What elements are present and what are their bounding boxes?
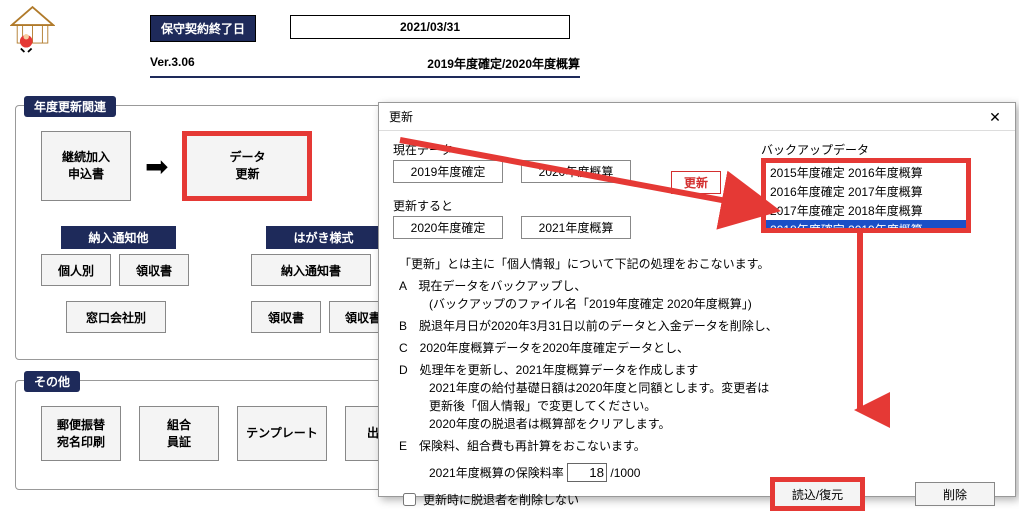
data-line2: 更新 <box>235 166 259 183</box>
after-label: 更新すると <box>393 197 631 214</box>
delete-button[interactable]: 削除 <box>915 482 995 506</box>
current-label: 現在データ <box>393 141 631 158</box>
sub-nofu-title: 納入通知他 <box>61 226 176 249</box>
nofu-tsuuchi-button[interactable]: 納入通知書 <box>251 254 371 286</box>
contract-end-label: 保守契約終了日 <box>150 15 256 42</box>
desc-b: B 脱退年月日が2020年3月31日以前のデータと入金データを削除し、 <box>399 317 1001 335</box>
list-item-selected[interactable]: 2018年度確定 2019年度概算 <box>766 220 966 233</box>
list-item[interactable]: 2016年度確定 2017年度概算 <box>766 182 966 201</box>
desc-d3: 更新後「個人情報」で変更してください。 <box>429 397 1001 415</box>
backup-list[interactable]: 2015年度確定 2016年度概算 2016年度確定 2017年度概算 2017… <box>761 158 971 233</box>
backup-label: バックアップデータ <box>761 141 971 158</box>
desc-a2: (バックアップのファイル名「2019年度確定 2020年度概算」) <box>429 295 1001 313</box>
app-logo-icon <box>10 5 55 55</box>
ryoshu-button[interactable]: 領収書 <box>119 254 189 286</box>
current-b-button[interactable]: 2020年度概算 <box>521 160 631 183</box>
desc-c: C 2020年度概算データを2020年度確定データとし、 <box>399 339 1001 357</box>
current-a-button[interactable]: 2019年度確定 <box>393 160 503 183</box>
update-button[interactable]: 更新 <box>671 171 721 194</box>
list-item[interactable]: 2015年度確定 2016年度概算 <box>766 163 966 182</box>
sub-hagaki: はがき様式 <box>266 226 381 249</box>
rate-suffix: /1000 <box>610 466 640 480</box>
read-restore-button[interactable]: 読込/復元 <box>770 477 865 511</box>
after-a-button[interactable]: 2020年度確定 <box>393 216 503 239</box>
desc-e: E 保険料、組合費も再計算をおこないます。 <box>399 437 1001 455</box>
kumiai-l2: 員証 <box>167 434 191 451</box>
sub-hagaki-title: はがき様式 <box>266 226 381 249</box>
desc-intro: 「更新」とは主に「個人情報」について下記の処理をおこないます。 <box>399 255 1001 273</box>
keizoku-line1: 継続加入 <box>62 149 110 166</box>
kojin-button[interactable]: 個人別 <box>41 254 111 286</box>
no-delete-checkbox-input[interactable] <box>403 493 416 506</box>
no-delete-checkbox[interactable]: 更新時に脱退者を削除しない <box>399 490 579 509</box>
desc-a: A 現在データをバックアップし、 <box>399 277 1001 295</box>
kumiai-button[interactable]: 組合 員証 <box>139 406 219 461</box>
group-other: その他 <box>24 371 80 392</box>
no-delete-label: 更新時に脱退者を削除しない <box>423 491 579 509</box>
yuubin-button[interactable]: 郵便振替 宛名印刷 <box>41 406 121 461</box>
desc-d2: 2021年度の給付基礎日額は2020年度と同額とします。変更者は <box>429 379 1001 397</box>
after-b-button[interactable]: 2021年度概算 <box>521 216 631 239</box>
rate-label: 2021年度概算の保険料率 <box>429 466 564 480</box>
dialog-title: 更新 <box>389 103 413 131</box>
update-dialog: 更新 ✕ 現在データ 2019年度確定 2020年度概算 更新すると 2020年… <box>378 102 1016 497</box>
data-update-button[interactable]: データ 更新 <box>182 131 312 201</box>
desc-d4: 2020年度の脱退者は概算部をクリアします。 <box>429 415 1001 433</box>
data-line1: データ <box>229 149 265 166</box>
contract-end-date: 2021/03/31 <box>290 15 570 39</box>
group-year-update: 年度更新関連 <box>24 96 116 117</box>
keizoku-line2: 申込書 <box>68 166 104 183</box>
madoguchi-button[interactable]: 窓口会社別 <box>66 301 166 333</box>
kumiai-l1: 組合 <box>167 417 191 434</box>
version-label: Ver.3.06 <box>150 55 195 72</box>
keizoku-button[interactable]: 継続加入 申込書 <box>41 131 131 201</box>
arrow-right-icon: ➡ <box>145 150 168 183</box>
yuubin-l1: 郵便振替 <box>57 417 105 434</box>
template-button[interactable]: テンプレート <box>237 406 327 461</box>
ryoshu2-button[interactable]: 領収書 <box>251 301 321 333</box>
fiscal-label: 2019年度確定/2020年度概算 <box>427 55 580 72</box>
dialog-titlebar: 更新 ✕ <box>379 103 1015 131</box>
list-item[interactable]: 2017年度確定 2018年度概算 <box>766 201 966 220</box>
rate-input[interactable] <box>567 463 607 482</box>
close-icon[interactable]: ✕ <box>983 105 1007 129</box>
desc-d: D 処理年を更新し、2021年度概算データを作成します <box>399 361 1001 379</box>
sub-nofu: 納入通知他 <box>61 226 176 249</box>
yuubin-l2: 宛名印刷 <box>57 434 105 451</box>
